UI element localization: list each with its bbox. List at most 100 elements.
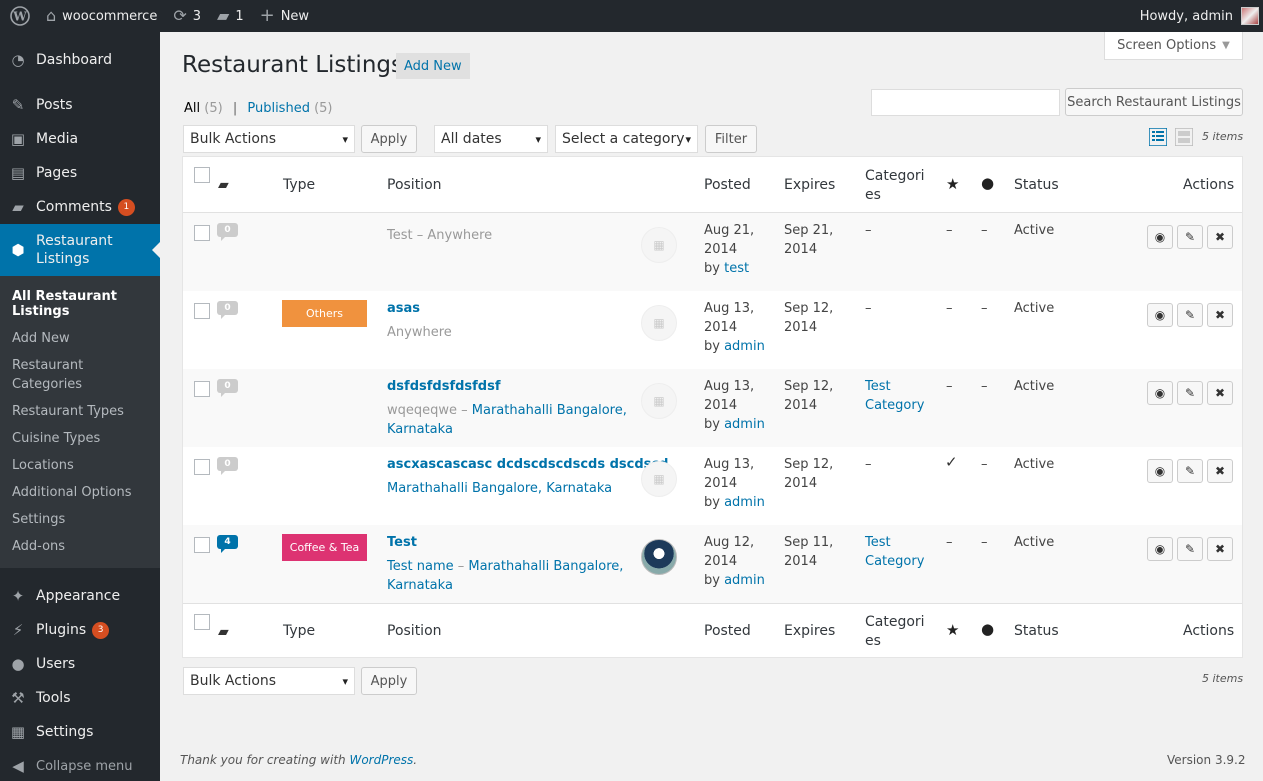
edit-button[interactable]: ✎ (1177, 225, 1203, 249)
row-checkbox[interactable] (194, 537, 210, 553)
column-type[interactable]: Type (283, 623, 315, 639)
apply-button-bottom[interactable]: Apply (361, 667, 417, 695)
menu-appearance[interactable]: ✦ Appearance (0, 579, 160, 613)
comment-count-bubble[interactable]: 0 (217, 301, 238, 319)
listing-location[interactable]: Marathahalli Bangalore, Karnataka (387, 479, 612, 498)
listing-location-region[interactable]: Karnataka (387, 578, 453, 593)
add-new-button[interactable]: Add New (396, 53, 470, 79)
delete-button[interactable]: ✖ (1207, 537, 1233, 561)
delete-button[interactable]: ✖ (1207, 381, 1233, 405)
menu-users[interactable]: ● Users (0, 647, 160, 681)
screen-options-button[interactable]: Screen Options ▼ (1104, 32, 1243, 60)
updates-link[interactable]: ⟳ 3 (165, 0, 209, 32)
submenu-cuisine-types[interactable]: Cuisine Types (0, 425, 160, 452)
submenu-locations[interactable]: Locations (0, 452, 160, 479)
column-expires[interactable]: Expires (784, 177, 835, 193)
comment-count-bubble[interactable]: 0 (217, 223, 238, 241)
menu-posts[interactable]: ✎ Posts (0, 88, 160, 122)
author-link[interactable]: admin (724, 573, 765, 588)
new-content-link[interactable]: + New (252, 0, 317, 32)
listing-subtitle[interactable]: Test name (387, 559, 454, 574)
author-link[interactable]: admin (724, 417, 765, 432)
date-filter-select[interactable]: All dates (434, 125, 548, 153)
column-type[interactable]: Type (283, 177, 315, 193)
filter-published-link[interactable]: Published (5) (247, 101, 332, 116)
bulk-actions-select-top[interactable]: Bulk Actions (183, 125, 355, 153)
view-button[interactable]: ◉ (1147, 459, 1173, 483)
menu-comments[interactable]: ▰ Comments 1 (0, 190, 160, 224)
categories-cell[interactable]: Test Category (865, 533, 924, 571)
edit-button[interactable]: ✎ (1177, 381, 1203, 405)
listing-location[interactable]: Marathahalli Bangalore, (472, 403, 627, 418)
filter-all-link[interactable]: All (5) (184, 101, 223, 116)
view-button[interactable]: ◉ (1147, 303, 1173, 327)
search-input[interactable] (871, 89, 1060, 116)
edit-button[interactable]: ✎ (1177, 459, 1203, 483)
delete-button[interactable]: ✖ (1207, 459, 1233, 483)
filter-button[interactable]: Filter (705, 125, 757, 153)
delete-button[interactable]: ✖ (1207, 303, 1233, 327)
bulk-actions-select-bottom[interactable]: Bulk Actions (183, 667, 355, 695)
apply-button-top[interactable]: Apply (361, 125, 417, 153)
collapse-menu-button[interactable]: ◀ Collapse menu (0, 749, 160, 781)
pencil-icon: ✎ (1184, 542, 1196, 556)
list-view-icon[interactable] (1149, 128, 1167, 146)
submenu-add-new[interactable]: Add New (0, 325, 160, 352)
listing-title[interactable]: Test (387, 535, 417, 550)
search-restaurant-listings-button[interactable]: Search Restaurant Listings (1065, 88, 1243, 116)
excerpt-view-icon[interactable] (1175, 128, 1193, 146)
column-position[interactable]: Position (387, 623, 442, 639)
row-checkbox[interactable] (194, 381, 210, 397)
menu-media[interactable]: ▣ Media (0, 122, 160, 156)
select-all-checkbox[interactable] (194, 167, 210, 183)
listing-title[interactable]: dsfdsfdsfdsfdsf (387, 379, 501, 394)
submenu-restaurant-categories[interactable]: Restaurant Categories (0, 352, 160, 398)
row-checkbox[interactable] (194, 303, 210, 319)
view-button[interactable]: ◉ (1147, 381, 1173, 405)
edit-button[interactable]: ✎ (1177, 537, 1203, 561)
column-expires[interactable]: Expires (784, 623, 835, 639)
listing-title[interactable]: asas (387, 301, 420, 316)
submenu-add-ons[interactable]: Add-ons (0, 533, 160, 560)
site-name-link[interactable]: ⌂ woocommerce (38, 0, 165, 32)
wordpress-logo-icon[interactable]: W (0, 0, 38, 32)
table-row: 0 dsfdsfdsfdsfdsf wqeqeqwe – Marathahall… (183, 369, 1242, 447)
author-link[interactable]: admin (724, 495, 765, 510)
comment-count-bubble[interactable]: 0 (217, 457, 238, 475)
listing-title[interactable]: ascxascascasc dcdscdscdscds dscdscd (387, 457, 668, 472)
menu-settings[interactable]: ▦ Settings (0, 715, 160, 749)
menu-tools[interactable]: ⚒ Tools (0, 681, 160, 715)
comment-count-bubble[interactable]: 0 (217, 379, 238, 397)
wordpress-link[interactable]: WordPress (349, 753, 413, 767)
select-all-checkbox-bottom[interactable] (194, 614, 210, 630)
column-status: Status (1014, 623, 1059, 639)
row-checkbox[interactable] (194, 225, 210, 241)
edit-button[interactable]: ✎ (1177, 303, 1203, 327)
column-posted[interactable]: Posted (704, 177, 751, 193)
comment-count-bubble[interactable]: 4 (217, 535, 238, 553)
submenu-all-restaurant-listings[interactable]: All Restaurant Listings (0, 283, 160, 325)
comments-link[interactable]: ▰ 1 (209, 0, 252, 32)
submenu-settings[interactable]: Settings (0, 506, 160, 533)
category-filter-select[interactable]: Select a category (555, 125, 698, 153)
listing-location[interactable]: Marathahalli Bangalore, (468, 559, 623, 574)
column-position[interactable]: Position (387, 177, 442, 193)
submenu-additional-options[interactable]: Additional Options (0, 479, 160, 506)
listing-location-region[interactable]: Karnataka (387, 422, 453, 437)
menu-plugins[interactable]: ⚡ Plugins 3 (0, 613, 160, 647)
categories-cell[interactable]: Test Category (865, 377, 924, 415)
menu-pages[interactable]: ▤ Pages (0, 156, 160, 190)
view-button[interactable]: ◉ (1147, 225, 1173, 249)
my-account-link[interactable]: Howdy, admin (1132, 0, 1263, 32)
view-button[interactable]: ◉ (1147, 537, 1173, 561)
listing-title[interactable]: Test (387, 228, 413, 243)
menu-dashboard[interactable]: ◔ Dashboard (0, 43, 160, 77)
column-posted[interactable]: Posted (704, 623, 751, 639)
row-checkbox[interactable] (194, 459, 210, 475)
comment-icon: ▰ (12, 198, 24, 216)
menu-restaurant-listings[interactable]: ⬢ Restaurant Listings (0, 224, 160, 276)
author-link[interactable]: admin (724, 339, 765, 354)
delete-button[interactable]: ✖ (1207, 225, 1233, 249)
author-link[interactable]: test (724, 261, 749, 276)
submenu-restaurant-types[interactable]: Restaurant Types (0, 398, 160, 425)
